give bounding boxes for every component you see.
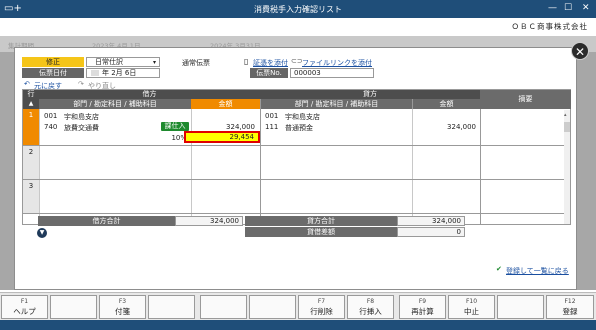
row-number[interactable]: 1: [23, 109, 39, 145]
f2-button[interactable]: [50, 295, 97, 319]
title-bar: ▭+ 消費税手入力確認リスト — ☐ ✕: [0, 0, 596, 18]
fkey-name: 中止: [464, 307, 479, 316]
debit-account-name: 旅費交通費: [64, 124, 99, 132]
grid-line: [23, 213, 571, 214]
journal-kind-value: 日常仕訳: [95, 58, 123, 66]
window-title: 消費税手入力確認リスト: [254, 5, 342, 14]
tax-category-badge[interactable]: 課仕入: [161, 122, 189, 131]
difference-label: 貸借差額: [245, 227, 397, 237]
credit-account-header: 部門 / 勘定科目 / 補助科目: [260, 99, 412, 109]
mode-label: 修正: [22, 57, 84, 67]
voucher-no-label: 伝票No.: [250, 68, 288, 78]
debit-account-code[interactable]: 740: [44, 123, 57, 131]
voucher-no-input[interactable]: 000003: [290, 68, 374, 78]
credit-amount[interactable]: 324,000: [412, 123, 476, 131]
row-column-header: 行: [23, 90, 39, 99]
close-window-button[interactable]: ✕: [582, 3, 590, 13]
memo-header: 摘要: [480, 90, 571, 109]
f6-button[interactable]: [249, 295, 296, 319]
voucher-type-label: 通常伝票: [182, 59, 210, 67]
fkey-label: F3: [118, 298, 127, 305]
grid-line: [23, 145, 571, 146]
company-name: ＯＢＣ商事株式会社: [511, 22, 588, 31]
debit-total-label: 借方合計: [38, 216, 175, 226]
row-number[interactable]: 2: [23, 146, 39, 179]
credit-amount-header: 金額: [412, 99, 480, 109]
debit-total-value: 324,000: [175, 216, 243, 226]
row-number[interactable]: 3: [23, 180, 39, 213]
fkey-label: F7: [317, 298, 326, 305]
scroll-up-icon[interactable]: ▴: [564, 112, 570, 118]
redo-icon: ↷: [78, 80, 84, 88]
chevron-down-icon: ▾: [152, 59, 156, 66]
f8-insert-row-button[interactable]: F8 行挿入: [347, 295, 394, 319]
minimize-button[interactable]: —: [548, 3, 557, 13]
grid-line: [260, 109, 261, 225]
f4-button[interactable]: [148, 295, 195, 319]
expand-down-icon[interactable]: ▼: [37, 228, 47, 238]
fkey-label: F1: [20, 298, 29, 305]
f7-delete-row-button[interactable]: F7 行削除: [298, 295, 345, 319]
debit-amount[interactable]: 324,000: [191, 123, 255, 131]
debit-dept-name: 宇和島支店: [64, 113, 99, 121]
debit-amount-header: 金額: [191, 99, 260, 109]
status-bar: [0, 320, 596, 330]
credit-account-code[interactable]: 111: [265, 123, 278, 131]
f3-sticky-button[interactable]: F3 付箋: [99, 295, 146, 319]
fkey-name: 付箋: [115, 307, 130, 316]
f11-button[interactable]: [497, 295, 544, 319]
check-icon: ✔: [496, 265, 502, 273]
document-icon: ▯: [244, 57, 249, 66]
maximize-button[interactable]: ☐: [564, 3, 572, 13]
debit-account-header: 部門 / 勘定科目 / 補助科目: [39, 99, 191, 109]
credit-dept-code[interactable]: 001: [265, 112, 278, 120]
grid-line: [39, 109, 40, 225]
date-input[interactable]: 年 2月 6日: [86, 68, 160, 78]
date-value: 年 2月 6日: [102, 69, 137, 77]
f5-button[interactable]: [200, 295, 247, 319]
credit-total-label: 貸方合計: [245, 216, 397, 226]
voucher-dialog: 修正 日常仕訳 ▾ 通常伝票 ▯ 証憑を添付 ⊂⊃ ファイルリンクを添付 伝票日…: [14, 47, 577, 290]
undo-icon: ↶: [24, 80, 30, 88]
f12-register-button[interactable]: F12 登録: [546, 295, 594, 319]
register-return-link[interactable]: 登録して一覧に戻る: [506, 266, 569, 276]
f1-help-button[interactable]: F1 ヘルプ: [1, 295, 48, 319]
fkey-label: F8: [366, 298, 375, 305]
vertical-scrollbar[interactable]: ▴: [564, 110, 570, 224]
credit-account-name: 普通預金: [285, 124, 313, 132]
credit-dept-name: 宇和島支店: [285, 113, 320, 121]
date-label: 伝票日付: [22, 68, 84, 78]
scrollbar-thumb[interactable]: [564, 122, 570, 132]
tax-rate: 10%: [171, 134, 187, 142]
debit-header: 借方: [39, 90, 260, 99]
link-icon: ⊂⊃: [291, 57, 303, 65]
fkey-name: 再計算: [411, 307, 434, 316]
tax-amount-input[interactable]: 29,454: [184, 131, 260, 143]
debit-dept-code[interactable]: 001: [44, 112, 57, 120]
fkey-label: F9: [418, 298, 427, 305]
fkey-label: F10: [465, 298, 478, 305]
attach-file-link-link[interactable]: ファイルリンクを添付: [302, 58, 372, 68]
grid-line: [23, 179, 571, 180]
fkey-label: F12: [564, 298, 576, 305]
grid-line: [480, 109, 481, 225]
credit-total-value: 324,000: [397, 216, 465, 226]
close-dialog-button[interactable]: ✕: [571, 42, 589, 60]
credit-header: 貸方: [260, 90, 480, 99]
journal-grid: 行 ▲ 借方 貸方 摘要 部門 / 勘定科目 / 補助科目 金額 部門 / 勘定…: [22, 89, 571, 225]
journal-kind-select[interactable]: 日常仕訳 ▾: [86, 57, 160, 67]
fkey-name: 行挿入: [359, 307, 382, 316]
attach-voucher-link[interactable]: 証憑を添付: [253, 58, 288, 68]
era-field[interactable]: [91, 70, 99, 76]
fkey-name: 登録: [562, 307, 578, 316]
chevron-up-icon[interactable]: ▲: [23, 99, 39, 109]
difference-value: 0: [397, 227, 465, 237]
fkey-name: 行削除: [310, 307, 333, 316]
f10-cancel-button[interactable]: F10 中止: [448, 295, 495, 319]
f9-recalc-button[interactable]: F9 再計算: [399, 295, 446, 319]
fkey-name: ヘルプ: [13, 307, 36, 316]
